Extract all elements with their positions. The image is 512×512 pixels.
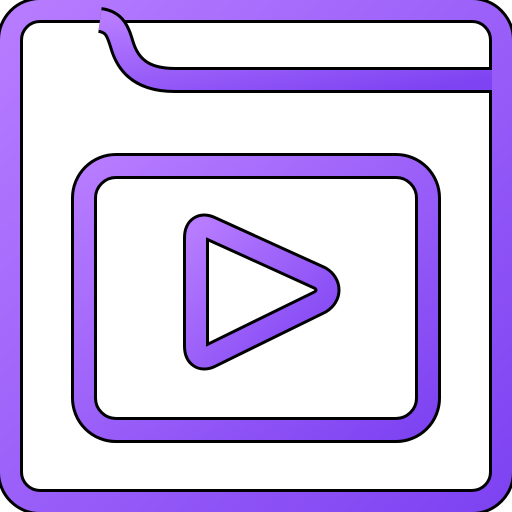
video-folder-icon bbox=[0, 0, 512, 512]
play-icon bbox=[183, 213, 341, 371]
video-folder-svg bbox=[0, 0, 512, 512]
video-screen bbox=[71, 153, 441, 443]
